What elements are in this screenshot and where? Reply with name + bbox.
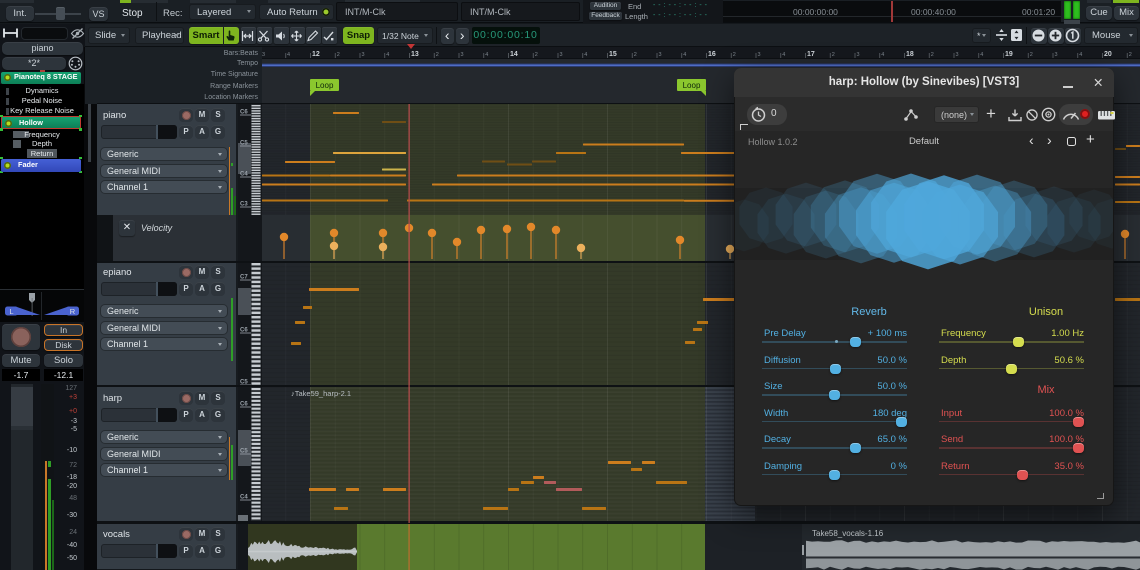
svg-text:2: 2: [436, 52, 439, 58]
svg-text:16: 16: [708, 51, 716, 58]
svg-text:3: 3: [461, 52, 464, 58]
svg-text:4: 4: [287, 52, 290, 58]
svg-text:Range Markers: Range Markers: [210, 83, 258, 90]
svg-text:3: 3: [758, 52, 761, 58]
svg-text:12: 12: [312, 51, 320, 58]
svg-text:3: 3: [659, 52, 662, 58]
svg-text:14: 14: [510, 51, 518, 58]
svg-text:4: 4: [980, 52, 983, 58]
svg-text:4: 4: [683, 52, 686, 58]
svg-text:2: 2: [634, 52, 637, 58]
svg-text:Loop: Loop: [316, 81, 334, 90]
svg-text:Time Signature: Time Signature: [211, 71, 258, 78]
svg-text:Take58_vocals-1.16: Take58_vocals-1.16: [812, 529, 884, 538]
svg-text:4: 4: [485, 52, 488, 58]
svg-text:2: 2: [832, 52, 835, 58]
svg-text:4: 4: [584, 52, 587, 58]
svg-text:4: 4: [1079, 52, 1082, 58]
svg-text:2: 2: [733, 52, 736, 58]
svg-text:13: 13: [411, 51, 419, 58]
svg-text:3: 3: [956, 52, 959, 58]
svg-text:Tempo: Tempo: [237, 60, 258, 67]
svg-text:2: 2: [931, 52, 934, 58]
svg-text:L: L: [9, 307, 13, 316]
svg-text:4: 4: [386, 52, 389, 58]
svg-text:20: 20: [1104, 51, 1112, 58]
svg-text:3: 3: [262, 52, 265, 58]
svg-text:15: 15: [609, 51, 617, 58]
svg-text:4: 4: [782, 52, 785, 58]
svg-text:Location Markers: Location Markers: [204, 94, 258, 101]
svg-text:18: 18: [906, 51, 914, 58]
svg-text:R: R: [70, 307, 76, 316]
svg-text:Loop: Loop: [683, 81, 701, 90]
svg-text:2: 2: [337, 52, 340, 58]
svg-text:3: 3: [857, 52, 860, 58]
svg-text:♪Take59_harp-2.1: ♪Take59_harp-2.1: [291, 389, 351, 398]
svg-text:2: 2: [1030, 52, 1033, 58]
svg-text:3: 3: [560, 52, 563, 58]
svg-text:2: 2: [1129, 52, 1132, 58]
svg-text:3: 3: [362, 52, 365, 58]
svg-text:Bars:Beats: Bars:Beats: [224, 50, 259, 57]
svg-text:19: 19: [1005, 51, 1013, 58]
svg-text:17: 17: [807, 51, 815, 58]
svg-text:4: 4: [881, 52, 884, 58]
svg-text:3: 3: [1055, 52, 1058, 58]
svg-text:2: 2: [535, 52, 538, 58]
